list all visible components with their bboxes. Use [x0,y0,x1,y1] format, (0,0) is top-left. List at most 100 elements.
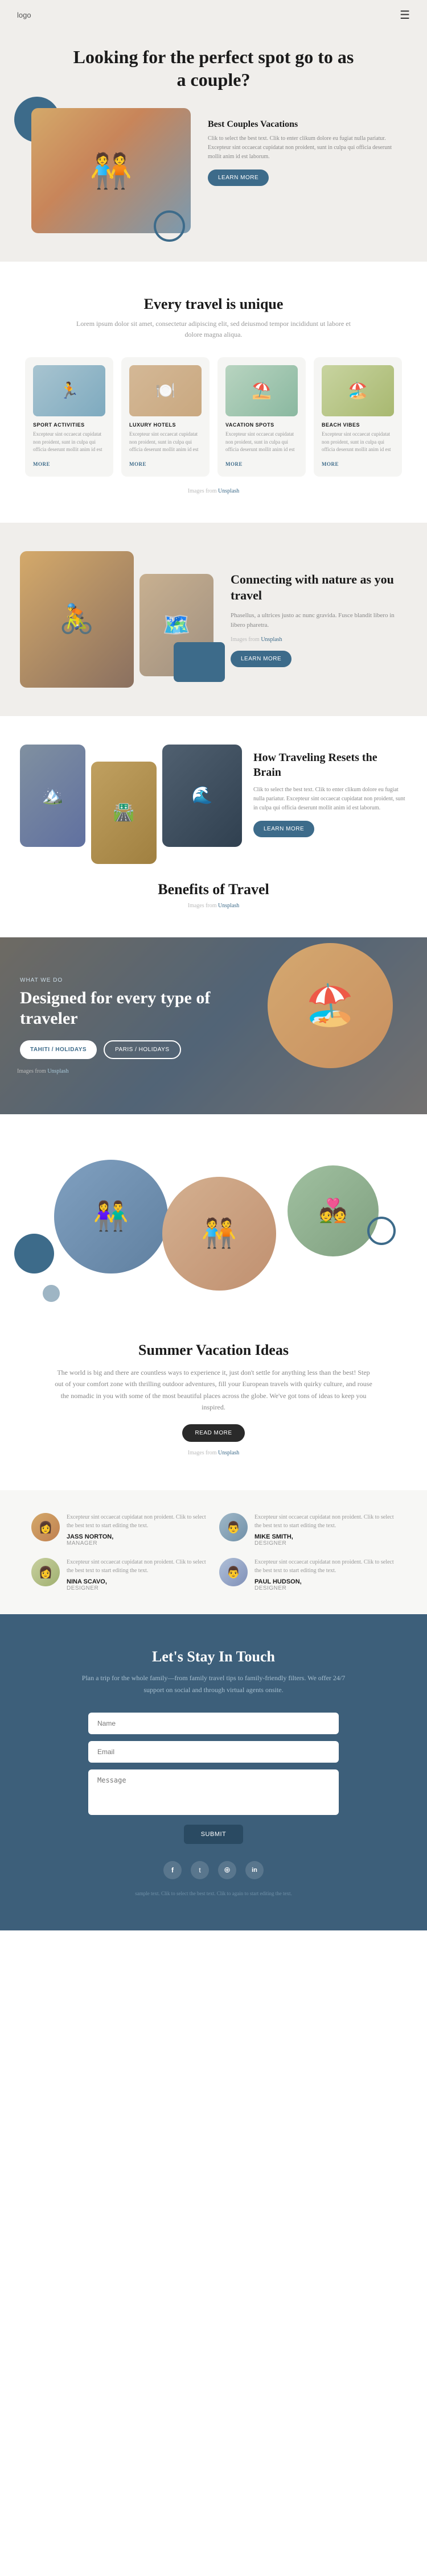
team-member-0-role: MANAGER [67,1540,208,1547]
summer-text: The world is big and there are countless… [54,1367,373,1413]
card-vacation-image: ⛱️ [225,365,298,416]
designed-btn2[interactable]: PARIS / HOLIDAYS [104,1040,180,1059]
travel-image-3: 🌊 [162,745,242,847]
team-member-1-desc: Excepteur sint occaecat cupidatat non pr… [254,1513,396,1530]
social-twitter-icon[interactable]: t [191,1861,209,1879]
card-vacation-desc: Excepteur sint occaecat cupidatat non pr… [225,431,298,454]
team-member-2-role: DESIGNER [67,1585,208,1591]
how-traveling-title: How Traveling Resets the Brain [253,750,407,780]
couple-photo-1: 👫 [54,1160,168,1273]
card-sport: 🏃 SPORT ACTIVITIES Excepteur sint occaec… [25,357,113,477]
card-beach-desc: Excepteur sint occaecat cupidatat non pr… [322,431,394,454]
social-linkedin-icon[interactable]: in [245,1861,264,1879]
team-card-3: 👨 Excepteur sint occaecat cupidatat non … [219,1558,396,1591]
card-hotel-desc: Excepteur sint occaecat cupidatat non pr… [129,431,202,454]
card-hotel-link[interactable]: MORE [129,461,146,467]
every-travel-section: Every travel is unique Lorem ipsum dolor… [0,262,427,523]
hamburger-icon[interactable]: ☰ [400,8,410,22]
submit-button[interactable]: SUBMIT [184,1825,244,1844]
card-hotel-category: LUXURY HOTELS [129,422,202,428]
card-beach-link[interactable]: MORE [322,461,339,467]
email-input[interactable] [88,1741,339,1763]
hero-title: Looking for the perfect spot go to as a … [71,46,356,91]
connecting-section: 🚴 🗺️ Connecting with nature as you trave… [0,523,427,716]
social-icons-row: f t ⊕ in [17,1861,410,1879]
card-vacation-category: VACATION SPOTS [225,422,298,428]
couples-photo-section: 👫 🧑‍🤝‍🧑 💑 [0,1114,427,1342]
every-travel-subtitle: Lorem ipsum dolor sit amet, consectetur … [71,319,356,340]
team-member-3-role: DESIGNER [254,1585,396,1591]
hero-section: Looking for the perfect spot go to as a … [0,0,427,262]
how-traveling-text: Clik to select the best text. Clik to en… [253,785,407,813]
couple-photo-2: 🧑‍🤝‍🧑 [162,1177,276,1291]
team-member-2-name: NINA SCAVO, [67,1578,208,1585]
cards-row: 🏃 SPORT ACTIVITIES Excepteur sint occaec… [17,357,410,477]
hero-card-title: Best Couples Vacations [208,119,396,130]
card-sport-image: 🏃 [33,365,105,416]
deco-circle-blue [14,1234,54,1273]
social-facebook-icon[interactable]: f [163,1861,182,1879]
how-traveling-section: 🏔️ 🛣️ 🌊 How Traveling Resets the Brain C… [0,716,427,937]
card-sport-link[interactable]: MORE [33,461,50,467]
logo: logo [17,11,31,19]
how-traveling-learn-more-button[interactable]: LEARN MORE [253,821,314,837]
every-travel-images-from: Images from Unsplash [17,488,410,494]
designed-images-from: Images from Unsplash [17,1068,410,1074]
card-vacation-link[interactable]: MORE [225,461,243,467]
team-member-3-desc: Excepteur sint occaecat cupidatat non pr… [254,1558,396,1575]
team-member-1-role: DESIGNER [254,1540,396,1547]
message-input[interactable] [88,1769,339,1815]
team-member-2-desc: Excepteur sint occaecat cupidatat non pr… [67,1558,208,1575]
form-message-group [88,1769,339,1818]
deco-circle-outline [367,1217,396,1245]
hero-card-text: Clik to select the best text. Clik to en… [208,134,396,162]
every-travel-title: Every travel is unique [17,296,410,313]
team-section: 👩 Excepteur sint occaecat cupidatat non … [0,1490,427,1614]
stay-text: Plan a trip for the whole family—from fa… [71,1672,356,1696]
connecting-images-from: Images from Unsplash [231,636,407,643]
summer-images-from: Images from Unsplash [17,1450,410,1456]
hero-learn-more-button[interactable]: LEARN MORE [208,169,269,186]
social-plus-icon[interactable]: ⊕ [218,1861,236,1879]
team-member-3-name: PAUL HUDSON, [254,1578,396,1585]
card-hotel-image: 🍽️ [129,365,202,416]
what-we-do-label: WHAT WE DO [20,977,407,983]
form-email-group [88,1741,339,1763]
connecting-title: Connecting with nature as you travel [231,572,407,604]
connecting-learn-more-button[interactable]: LEARN MORE [231,651,291,667]
designed-section: WHAT WE DO Designed for every type of tr… [0,937,427,1114]
stay-in-touch-section: Let's Stay In Touch Plan a trip for the … [0,1614,427,1930]
travel-image-1: 🏔️ [20,745,85,847]
team-avatar-3: 👨 [219,1558,248,1586]
navigation: logo ☰ [0,0,427,30]
footer-note: sample text. Clik to select the best tex… [17,1891,410,1896]
deco-small-blue-circle [43,1285,60,1302]
designed-title: Designed for every type of traveler [20,988,219,1029]
travel-image-2: 🛣️ [91,762,157,864]
card-hotel: 🍽️ LUXURY HOTELS Excepteur sint occaecat… [121,357,210,477]
connecting-blue-rect [174,642,225,682]
designed-btn1[interactable]: TAHITI / HOLIDAYS [20,1040,97,1059]
benefits-title: Benefits of Travel [20,881,407,898]
card-vacation: ⛱️ VACATION SPOTS Excepteur sint occaeca… [217,357,306,477]
team-member-0-desc: Excepteur sint occaecat cupidatat non pr… [67,1513,208,1530]
card-beach-image: 🏖️ [322,365,394,416]
card-beach-category: BEACH VIBES [322,422,394,428]
connecting-text: Phasellus, a ultrices justo ac nunc grav… [231,611,407,631]
stay-title: Let's Stay In Touch [17,1648,410,1665]
couple-photo-3: 💑 [288,1165,379,1256]
card-sport-category: SPORT ACTIVITIES [33,422,105,428]
card-beach: 🏖️ BEACH VIBES Excepteur sint occaecat c… [314,357,402,477]
team-avatar-0: 👩 [31,1513,60,1541]
name-input[interactable] [88,1713,339,1734]
team-avatar-2: 👩 [31,1558,60,1586]
summer-title: Summer Vacation Ideas [17,1342,410,1359]
travel-images-from: Images from Unsplash [17,903,410,909]
team-card-2: 👩 Excepteur sint occaecat cupidatat non … [31,1558,208,1591]
hero-decorative-circle-outline [154,210,185,242]
team-card-0: 👩 Excepteur sint occaecat cupidatat non … [31,1513,208,1547]
team-member-0-name: JASS NORTON, [67,1533,208,1540]
team-card-1: 👨 Excepteur sint occaecat cupidatat non … [219,1513,396,1547]
summer-read-more-button[interactable]: READ MORE [182,1424,244,1442]
summer-vacation-section: Summer Vacation Ideas The world is big a… [0,1342,427,1491]
